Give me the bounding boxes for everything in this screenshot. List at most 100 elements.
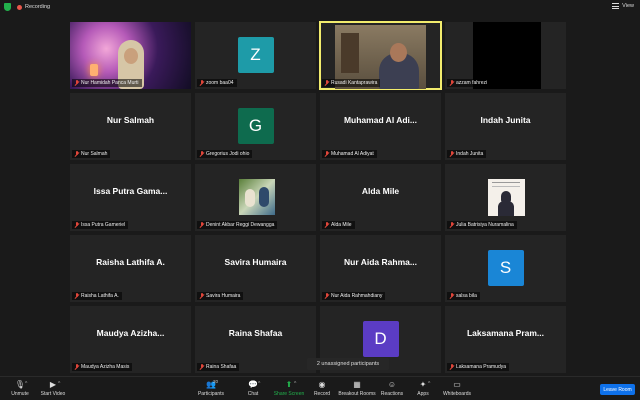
avatar: S [487, 250, 524, 286]
participant-tile[interactable]: Nur Salmah Nur Salmah [70, 93, 191, 160]
participant-display-name: Maudya Azizha... [96, 327, 165, 338]
participant-name: Savira Humaira [206, 293, 241, 299]
mic-muted-icon [449, 80, 454, 86]
logo-shape [492, 182, 520, 187]
chevron-up-icon[interactable]: ^ [58, 381, 60, 387]
participant-name-label: Issa Putra Gameriel [72, 221, 129, 229]
participant-name-label: zoom baa04 [197, 79, 237, 87]
recording-indicator[interactable]: Recording [17, 3, 50, 11]
unassigned-participants-notice[interactable]: 2 unassigned participants [307, 358, 389, 370]
apps-label: Apps [417, 391, 429, 397]
participant-name: Nur Salmah [81, 151, 108, 157]
mic-muted-icon [74, 222, 79, 228]
mic-muted-icon [324, 151, 329, 157]
reactions-label: Reactions [380, 391, 404, 397]
breakout-rooms-icon: ▦ [353, 380, 361, 389]
participant-name: Rusadi Kantaprawira [331, 80, 378, 86]
view-button[interactable]: View [612, 3, 634, 9]
chevron-up-icon[interactable]: ^ [25, 381, 27, 387]
mic-muted-icon [449, 293, 454, 299]
mic-muted-icon [324, 293, 329, 299]
record-icon: ◉ [318, 380, 326, 389]
chevron-up-icon[interactable]: ^ [294, 381, 296, 387]
avatar: D [362, 321, 399, 357]
chevron-up-icon[interactable]: ^ [428, 381, 430, 387]
whiteboards-label: Whiteboards [442, 391, 472, 397]
participant-tile[interactable]: Maudya Azizha... Maudya Azizha Masis [70, 306, 191, 373]
participant-name: azzam fahrezi [456, 80, 488, 86]
record-dot-icon [17, 4, 22, 10]
participant-display-name: Muhamad Al Adi... [343, 114, 418, 125]
participant-tile[interactable]: Indah Junita Indah Junita [445, 93, 566, 160]
participant-name-label: Savira Humaira [197, 292, 244, 300]
chat-label: Chat [247, 391, 259, 397]
mic-muted-icon [199, 364, 204, 370]
participant-name: Nur Aida Rahmahdiany [331, 293, 383, 299]
participant-display-name: Raisha Lathifa A. [96, 256, 165, 267]
participant-display-name: Raina Shafaa [228, 327, 283, 338]
participant-tile[interactable]: azzam fahrezi [445, 22, 566, 89]
recording-label: Recording [25, 4, 51, 10]
participant-name: Julia Batrisiya Nuramalina [456, 222, 514, 228]
participant-tile[interactable]: Raisha Lathifa A. Raisha Lathifa A. [70, 235, 191, 302]
start-video-label: Start Video [40, 391, 66, 397]
participant-tile[interactable]: G Gregorius Jodi ohio [195, 93, 316, 160]
participant-tile[interactable]: Julia Batrisiya Nuramalina [445, 164, 566, 231]
chat-button[interactable]: 💬 ^ Chat [233, 380, 273, 400]
mic-muted-icon [324, 80, 329, 86]
participant-name: Alda Mile [331, 222, 352, 228]
participants-count: 20 [213, 379, 219, 384]
participant-name-label: Nur Aida Rahmahdiany [322, 292, 386, 300]
leave-room-button[interactable]: Leave Room [600, 384, 635, 395]
chevron-up-icon[interactable]: ^ [258, 381, 260, 387]
participant-tile[interactable]: Denint Akbar Reggi Dewangga [195, 164, 316, 231]
start-video-button[interactable]: ▶ ^ Start Video [33, 380, 73, 400]
participant-tile[interactable]: Muhamad Al Adi... Muhamad Al Adiyat [320, 93, 441, 160]
participant-tile[interactable]: Ssalsa bila [445, 235, 566, 302]
participant-name: Raisha Lathifa A. [81, 293, 119, 299]
participant-name-label: Alda Mile [322, 221, 355, 229]
participant-display-name: Indah Junita [480, 114, 531, 125]
mic-muted-icon [74, 80, 79, 86]
mic-muted-icon [449, 222, 454, 228]
apps-icon: ✦ [419, 380, 427, 389]
profile-picture [488, 179, 525, 216]
participant-name-label: salsa bila [447, 292, 480, 300]
shield-icon[interactable] [4, 3, 11, 11]
participant-tile[interactable]: Savira Humaira Savira Humaira [195, 235, 316, 302]
participant-name-label: Rusadi Kantaprawira [322, 79, 381, 87]
participant-name-label: Maudya Azizha Masis [72, 363, 133, 371]
mic-muted-icon [449, 151, 454, 157]
participant-tile[interactable]: Nur Aida Rahma... Nur Aida Rahmahdiany [320, 235, 441, 302]
participant-tile[interactable]: Issa Putra Gama... Issa Putra Gameriel [70, 164, 191, 231]
participant-name: Denint Akbar Reggi Dewangga [206, 222, 275, 228]
participant-name: Nur Hamidah Panca Murti [81, 80, 139, 86]
participant-name: Laksamana Pramudya [456, 364, 507, 370]
share-screen-label: Share Screen [273, 391, 305, 397]
body-shape [498, 201, 514, 216]
breakout-rooms-button[interactable]: ▦ Breakout Rooms [337, 380, 377, 400]
participant-name-label: Nur Hamidah Panca Murti [72, 79, 142, 87]
participants-button[interactable]: 👥 20 Participants [191, 379, 231, 400]
participant-name-label: Indah Junita [447, 150, 487, 158]
mic-muted-icon [74, 293, 79, 299]
participant-name-label: Laksamana Pramudya [447, 363, 510, 371]
participant-tile[interactable]: Rusadi Kantaprawira [319, 21, 442, 90]
whiteboards-button[interactable]: ▭ Whiteboards [437, 380, 477, 400]
participant-tile[interactable]: Alda Mile Alda Mile [320, 164, 441, 231]
participant-name-label: Raisha Lathifa A. [72, 292, 122, 300]
record-label: Record [313, 391, 331, 397]
participant-tile[interactable]: Raina Shafaa Raina Shafaa [195, 306, 316, 373]
participant-name: salsa bila [456, 293, 477, 299]
grid-view-icon [612, 3, 620, 9]
participant-name: Muhamad Al Adiyat [331, 151, 374, 157]
record-button[interactable]: ◉ Record [302, 380, 342, 400]
participant-tile[interactable]: Laksamana Pram... Laksamana Pramudya [445, 306, 566, 373]
face-shape [124, 48, 138, 64]
participant-name-label: Denint Akbar Reggi Dewangga [197, 221, 278, 229]
participant-tile[interactable]: Zzoom baa04 [195, 22, 316, 89]
participant-name: Issa Putra Gameriel [81, 222, 126, 228]
participant-tile[interactable]: Nur Hamidah Panca Murti [70, 22, 191, 89]
participant-display-name: Nur Aida Rahma... [344, 256, 417, 267]
top-bar: Recording View [0, 0, 640, 14]
